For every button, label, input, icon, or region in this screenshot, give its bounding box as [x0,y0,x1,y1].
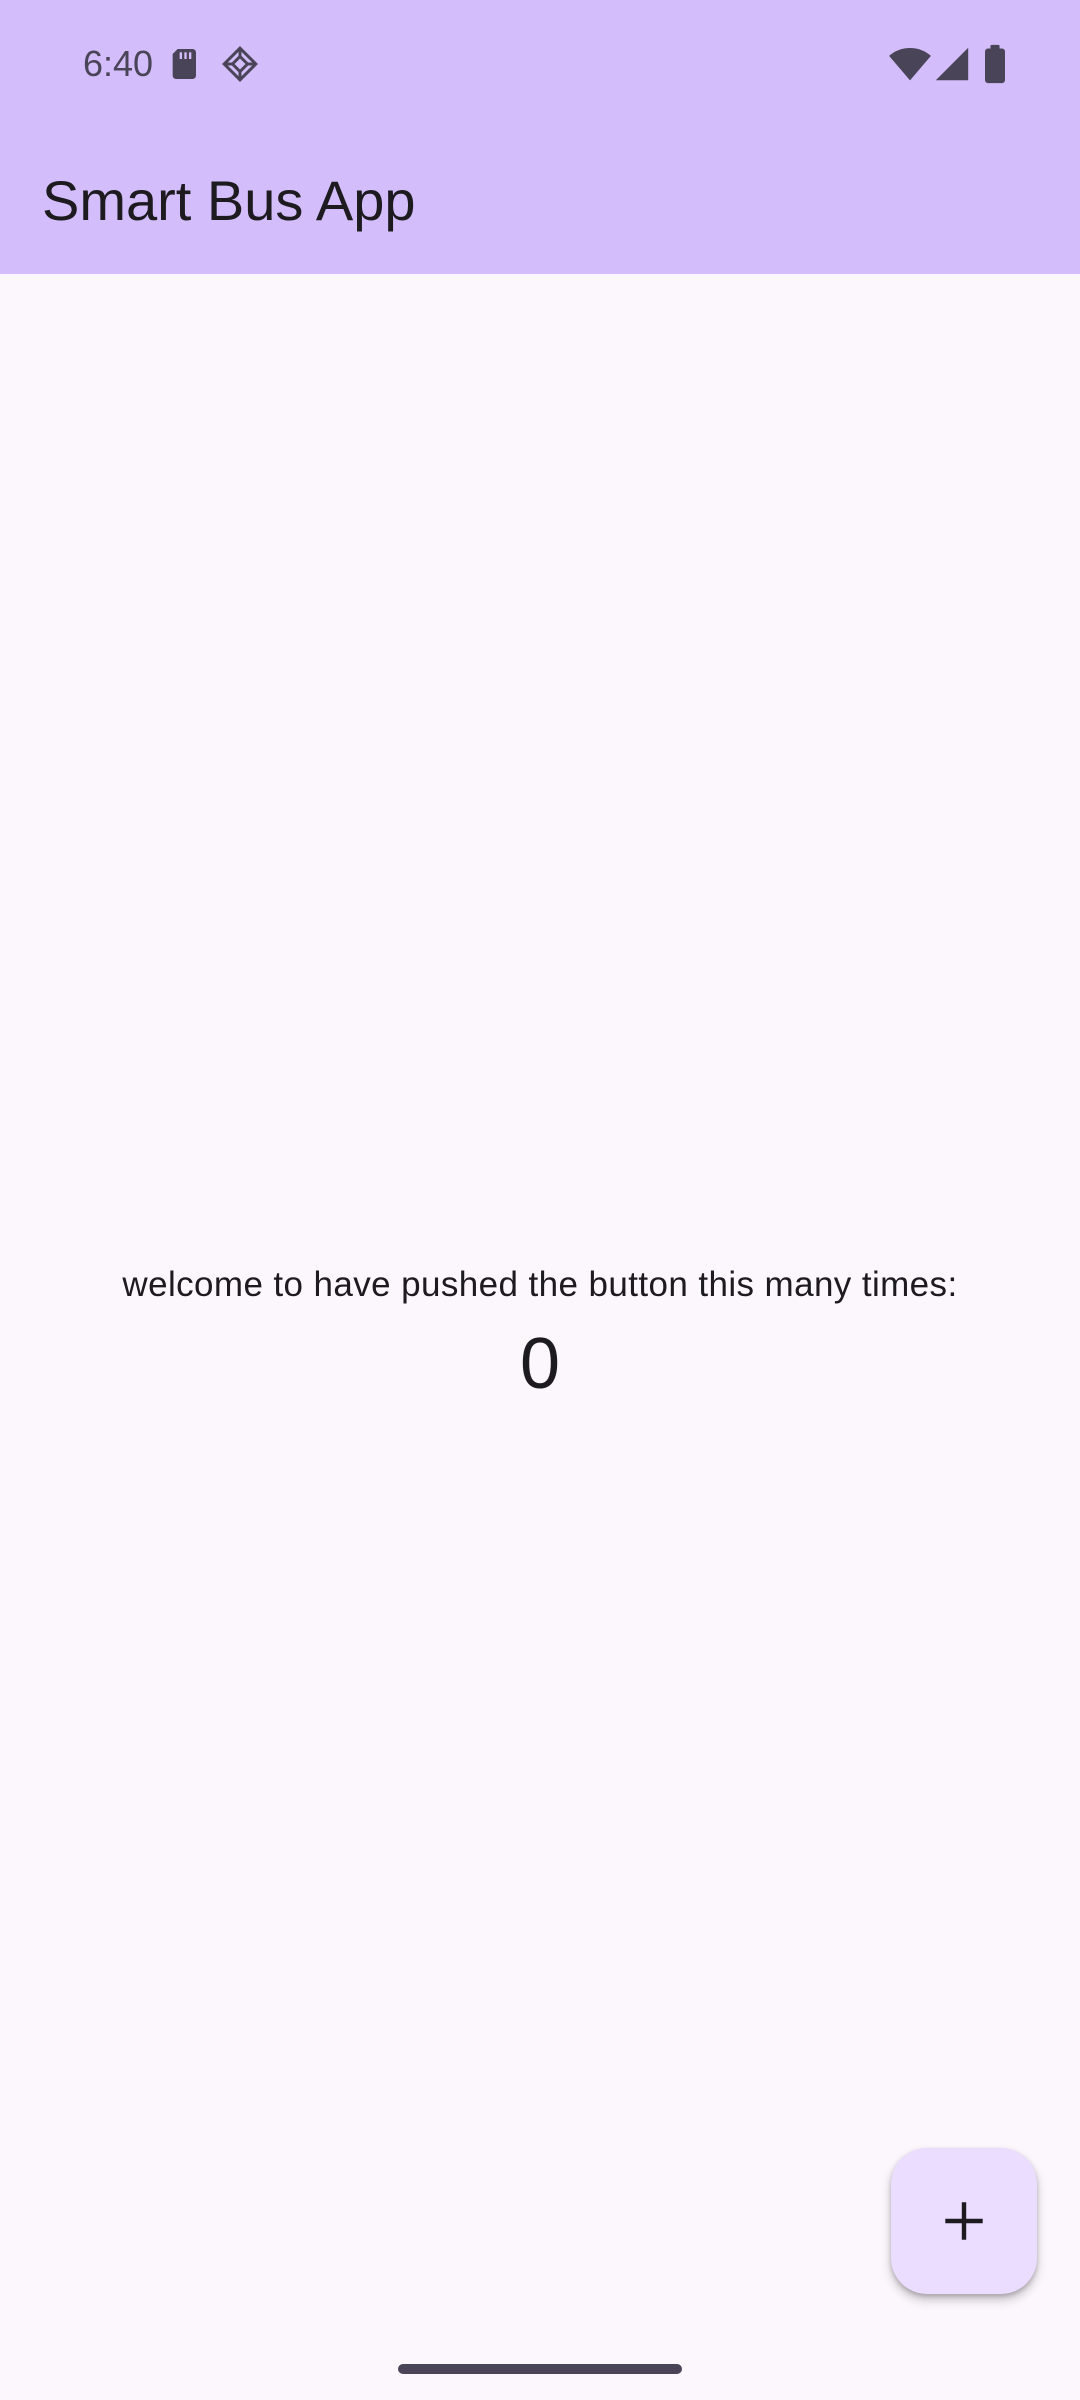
counter-value: 0 [519,1324,561,1404]
gesture-navigation-bar[interactable] [398,2364,682,2374]
status-time: 6:40 [83,43,154,84]
sd-card-icon [166,44,206,84]
app-bar: Smart Bus App [0,128,1080,274]
top-area: 6:40 Smart Bus App [0,0,1080,274]
plus-icon [942,2199,986,2243]
wifi-icon [888,44,932,84]
screen: 6:40 Smart Bus App welcome to have pushe… [0,0,1080,2400]
status-bar: 6:40 [0,0,1080,128]
increment-fab-button[interactable] [891,2148,1037,2294]
battery-icon [982,44,1008,84]
cellular-signal-icon [934,44,970,84]
counter-message: welcome to have pushed the button this m… [122,1265,958,1304]
app-title: Smart Bus App [42,169,416,232]
ar-core-icon [220,44,260,84]
